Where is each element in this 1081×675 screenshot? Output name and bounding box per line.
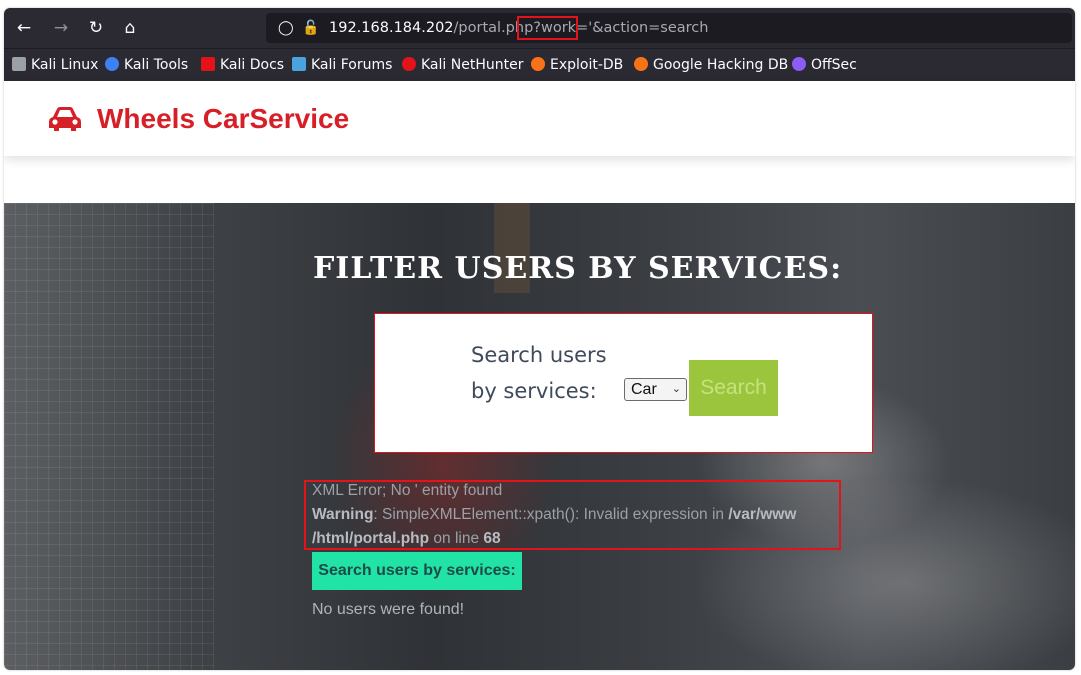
bookmark-label: Google Hacking DB — [653, 57, 789, 73]
address-bar[interactable]: ◯ 🔓 192.168.184.202/portal.php?work='&ac… — [266, 13, 1072, 43]
search-label: Search users by services: — [471, 337, 607, 409]
bookmark-label: Kali Tools — [124, 57, 189, 73]
bookmark-exploit-db[interactable]: Exploit-DB — [531, 56, 623, 74]
bookmark-kali-docs[interactable]: Kali Docs — [201, 56, 284, 74]
shield-icon[interactable]: ◯ — [278, 19, 294, 37]
service-select-value: Car — [631, 381, 657, 398]
kali-forums-icon — [292, 57, 306, 71]
kali-docs-icon — [201, 57, 215, 71]
search-button[interactable]: Search — [689, 360, 778, 416]
bookmark-ghdb[interactable]: Google Hacking DB — [634, 56, 788, 74]
no-users-message: No users were found! — [312, 601, 465, 618]
browser-toolbar: ← → ↻ ⌂ ◯ 🔓 192.168.184.202/portal.php?w… — [4, 8, 1075, 48]
bookmark-label: Kali NetHunter — [421, 57, 524, 73]
bookmark-label: Kali Linux — [31, 57, 99, 73]
hero-section: FILTER USERS BY SERVICES: Search users b… — [4, 203, 1075, 670]
url-host: 192.168.184.202 — [329, 20, 454, 36]
home-icon[interactable]: ⌂ — [118, 16, 142, 40]
lock-icon[interactable]: 🔓 — [302, 19, 319, 37]
bookmark-label: Kali Forums — [311, 57, 393, 73]
chevron-down-icon: ⌄ — [671, 383, 681, 395]
url-annotation-box — [517, 16, 578, 40]
bookmark-kali-linux[interactable]: Kali Linux — [12, 56, 98, 74]
offsec-icon — [792, 57, 806, 71]
ghdb-icon — [634, 57, 648, 71]
bookmark-offsec[interactable]: OffSec — [792, 56, 857, 74]
kali-nethunter-icon — [402, 57, 416, 71]
arrow-left-icon[interactable]: ← — [12, 16, 36, 40]
arrow-right-icon[interactable]: → — [49, 16, 73, 40]
bookmark-kali-forums[interactable]: Kali Forums — [292, 56, 392, 74]
kali-tools-icon — [105, 57, 119, 71]
error-annotation-box — [304, 480, 841, 550]
bookmarks-bar: Kali Linux Kali Tools Kali Docs Kali For… — [4, 48, 1075, 81]
bookmark-kali-tools[interactable]: Kali Tools — [105, 56, 188, 74]
bookmark-kali-nethunter[interactable]: Kali NetHunter — [402, 56, 523, 74]
hero-background-grid — [4, 203, 214, 670]
search-label-line1: Search users — [471, 343, 607, 367]
url-query-rest: &action=search — [592, 20, 709, 36]
kali-dragon-icon — [12, 57, 26, 71]
service-select[interactable]: Car ⌄ — [624, 378, 687, 401]
bookmark-label: OffSec — [811, 57, 857, 73]
browser-window: ← → ↻ ⌂ ◯ 🔓 192.168.184.202/portal.php?w… — [4, 8, 1075, 670]
bookmark-label: Exploit-DB — [550, 57, 624, 73]
car-icon[interactable] — [48, 106, 82, 132]
brand-logo-text[interactable]: Wheels CarService — [97, 103, 349, 135]
site-header: Wheels CarService — [4, 81, 1075, 156]
reload-icon[interactable]: ↻ — [84, 16, 108, 40]
hero-title: FILTER USERS BY SERVICES: — [313, 251, 843, 286]
search-label-line2: by services: — [471, 379, 597, 403]
bookmark-label: Kali Docs — [220, 57, 285, 73]
search-form: Search users by services: Car ⌄ Search — [374, 313, 873, 453]
web-page: Wheels CarService FILTER USERS BY SERVIC… — [4, 81, 1075, 670]
exploit-db-icon — [531, 57, 545, 71]
results-heading-button[interactable]: Search users by services: — [312, 552, 522, 590]
